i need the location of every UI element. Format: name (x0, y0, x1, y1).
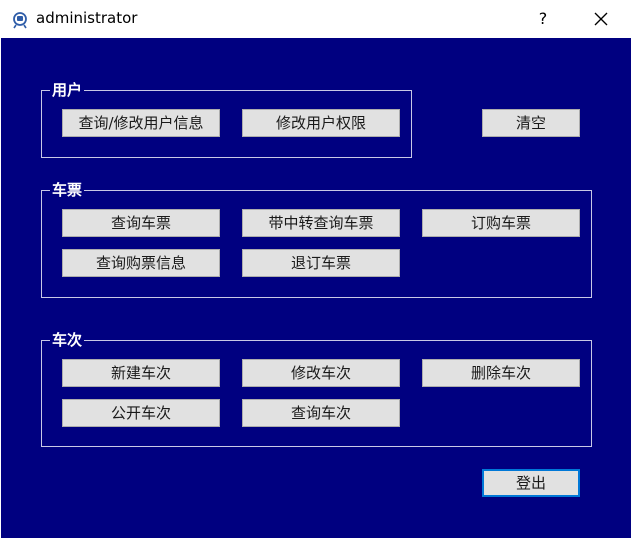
title-bar: administrator ? (0, 0, 632, 38)
close-icon (594, 12, 608, 26)
refund-ticket-button[interactable]: 退订车票 (242, 249, 400, 277)
main-panel: 用户 查询/修改用户信息 修改用户权限 清空 车票 查询车票 带中转查询车票 订… (1, 38, 631, 538)
app-icon (13, 12, 27, 29)
book-ticket-button[interactable]: 订购车票 (422, 209, 580, 237)
train-group: 车次 (41, 330, 592, 447)
user-group-label: 用户 (50, 80, 85, 100)
ticket-group-label: 车票 (50, 180, 85, 200)
query-ticket-button[interactable]: 查询车票 (62, 209, 220, 237)
query-ticket-with-transfer-button[interactable]: 带中转查询车票 (242, 209, 400, 237)
publish-train-button[interactable]: 公开车次 (62, 399, 220, 427)
new-train-button[interactable]: 新建车次 (62, 359, 220, 387)
close-button[interactable] (586, 4, 616, 34)
ticket-group: 车票 (41, 180, 592, 298)
edit-train-button[interactable]: 修改车次 (242, 359, 400, 387)
clear-button[interactable]: 清空 (482, 109, 580, 137)
query-purchase-info-button[interactable]: 查询购票信息 (62, 249, 220, 277)
delete-train-button[interactable]: 删除车次 (422, 359, 580, 387)
query-train-button[interactable]: 查询车次 (242, 399, 400, 427)
help-button[interactable]: ? (528, 4, 558, 34)
logout-button[interactable]: 登出 (482, 469, 580, 497)
train-group-label: 车次 (50, 330, 85, 350)
edit-user-permission-button[interactable]: 修改用户权限 (242, 109, 400, 137)
window-title: administrator (36, 9, 138, 27)
query-edit-user-info-button[interactable]: 查询/修改用户信息 (62, 109, 220, 137)
